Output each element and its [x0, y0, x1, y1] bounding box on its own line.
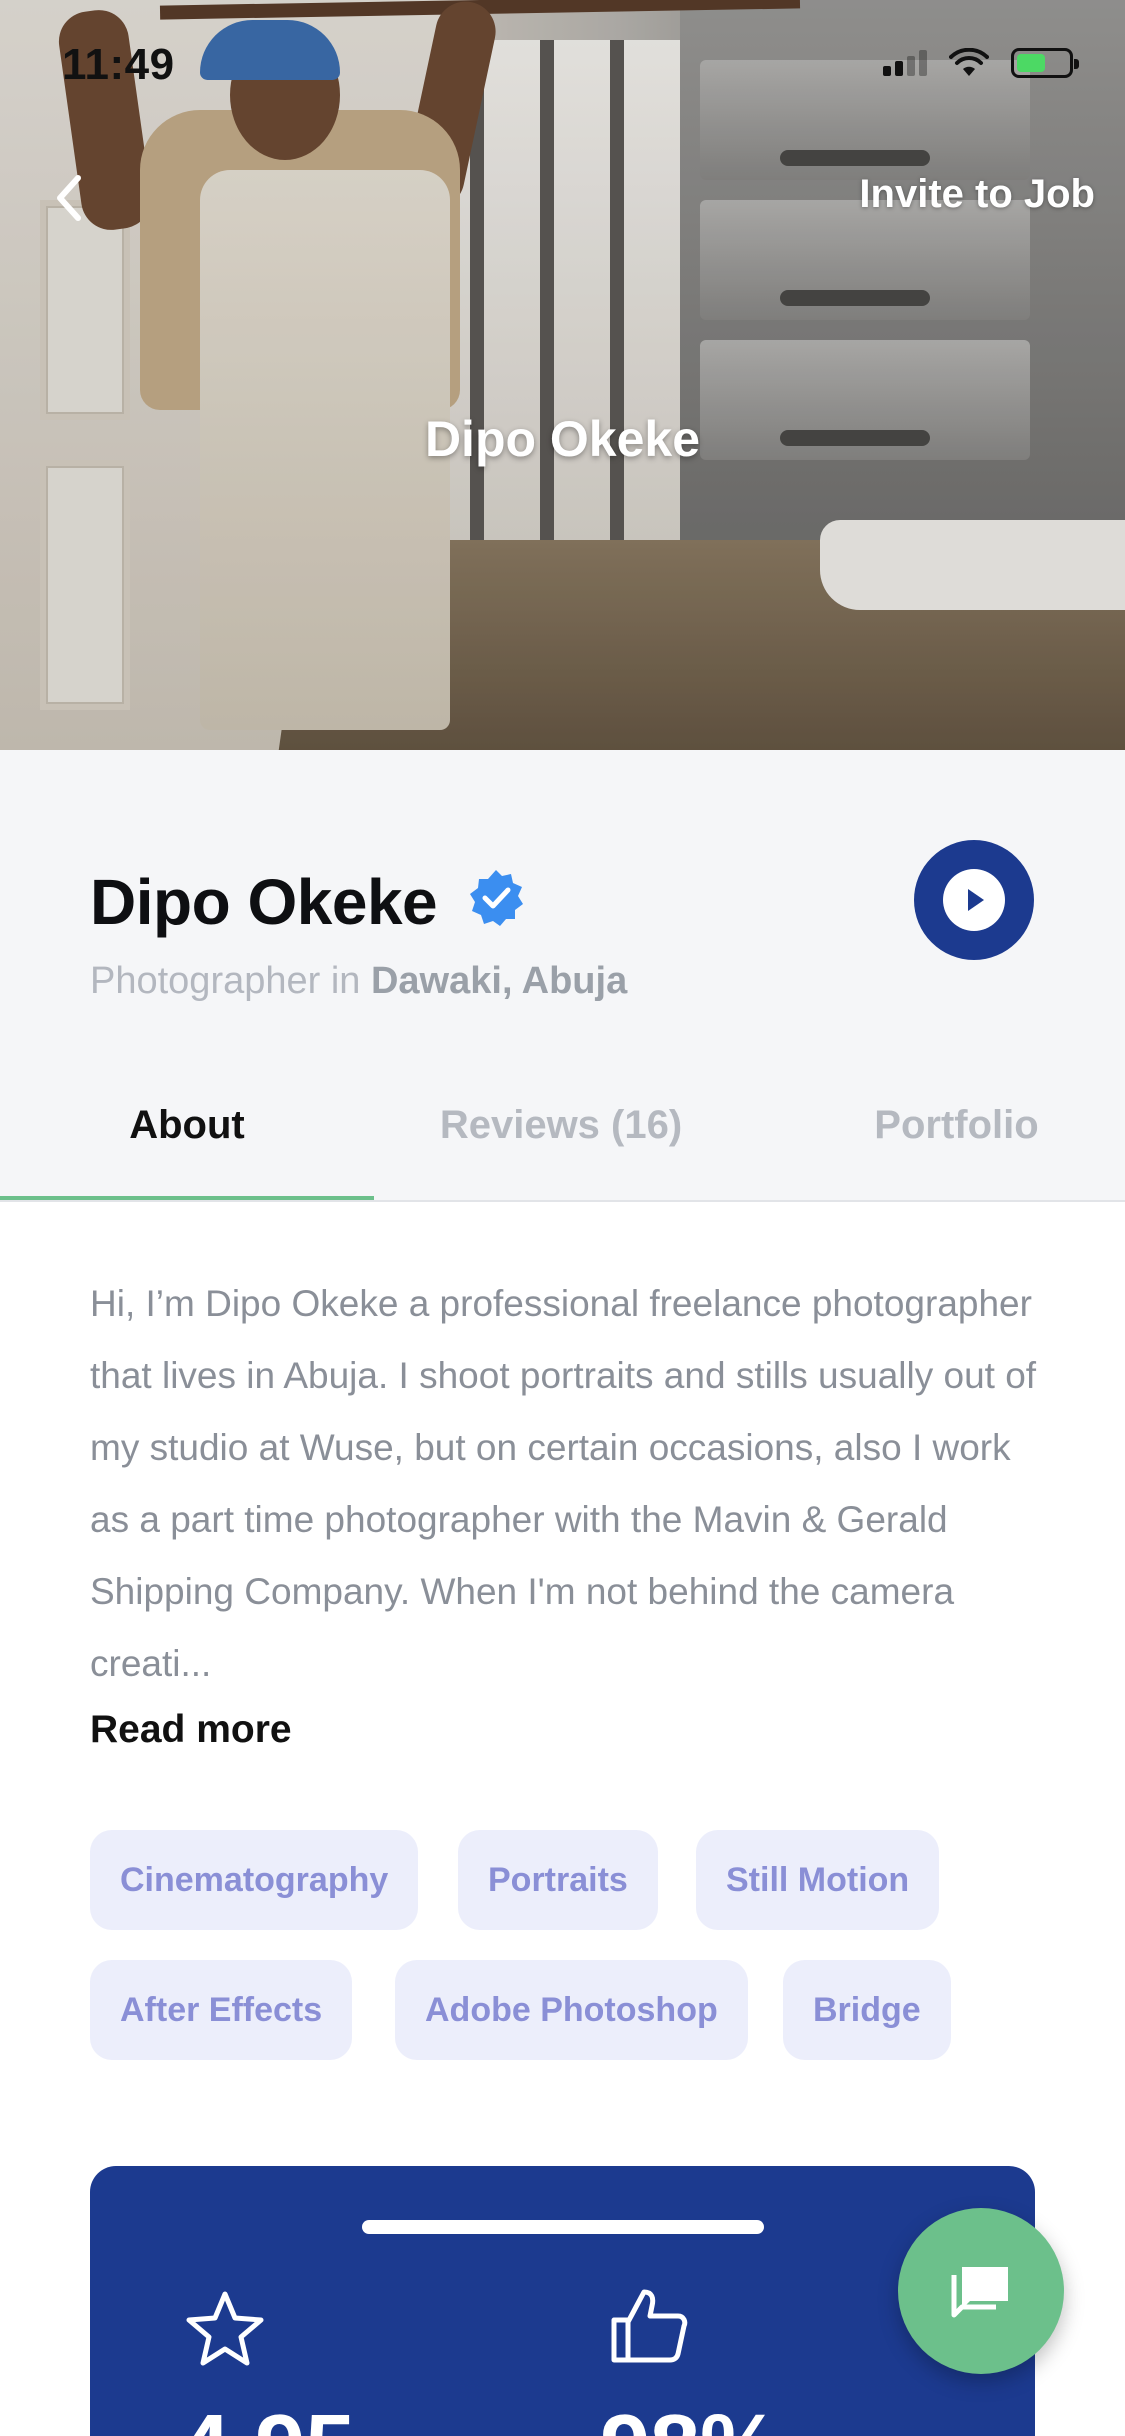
star-icon: [186, 2291, 264, 2366]
profile-header: Dipo Okeke Photographer in Dawaki, Abuja…: [0, 750, 1125, 1202]
tab-about[interactable]: About: [0, 1050, 374, 1200]
profile-role: Photographer in: [90, 960, 371, 1002]
battery-icon: [1011, 48, 1079, 78]
thumbs-up-icon: [611, 2289, 688, 2363]
status-icons: [883, 48, 1079, 78]
chat-icon: [951, 2267, 1008, 2318]
skill-chip[interactable]: Still Motion: [696, 1830, 940, 1930]
read-more-link[interactable]: Read more: [90, 1708, 292, 1752]
wifi-icon: [949, 48, 989, 76]
profile-subtitle: Photographer in Dawaki, Abuja: [90, 960, 627, 1003]
status-time: 11:49: [62, 40, 175, 89]
back-chevron-icon[interactable]: [50, 168, 90, 228]
chat-button[interactable]: [898, 2208, 1064, 2374]
play-icon: [943, 869, 1005, 931]
profile-tabs: About Reviews (16) Portfolio: [0, 1050, 1125, 1202]
play-video-button[interactable]: [914, 840, 1034, 960]
hero-shade: [0, 0, 1125, 750]
approval-value: 98%: [600, 2396, 780, 2436]
tab-reviews[interactable]: Reviews (16): [374, 1050, 748, 1200]
tab-portfolio[interactable]: Portfolio: [748, 1050, 1125, 1200]
skill-chip[interactable]: Portraits: [458, 1830, 658, 1930]
skill-chip[interactable]: Cinematography: [90, 1830, 419, 1930]
tab-divider: [0, 1200, 1125, 1202]
home-indicator: [362, 2220, 764, 2234]
skill-chip[interactable]: Adobe Photoshop: [395, 1960, 748, 2060]
rating-value: 4.95: [180, 2396, 355, 2436]
hero-title: Dipo Okeke: [424, 411, 701, 467]
profile-name: Dipo Okeke: [90, 866, 438, 938]
invite-to-job-button[interactable]: Invite to Job: [859, 172, 1095, 217]
stats-card: 4.95 98%: [90, 2166, 1035, 2436]
about-text: Hi, I’m Dipo Okeke a professional freela…: [90, 1283, 1037, 1684]
verified-badge-icon: [470, 870, 523, 926]
hero-image: [0, 0, 1125, 750]
cellular-signal-icon: [883, 50, 927, 76]
skill-chip[interactable]: After Effects: [90, 1960, 353, 2060]
profile-location: Dawaki, Abuja: [370, 960, 628, 1002]
skill-chip[interactable]: Bridge: [783, 1960, 951, 2060]
